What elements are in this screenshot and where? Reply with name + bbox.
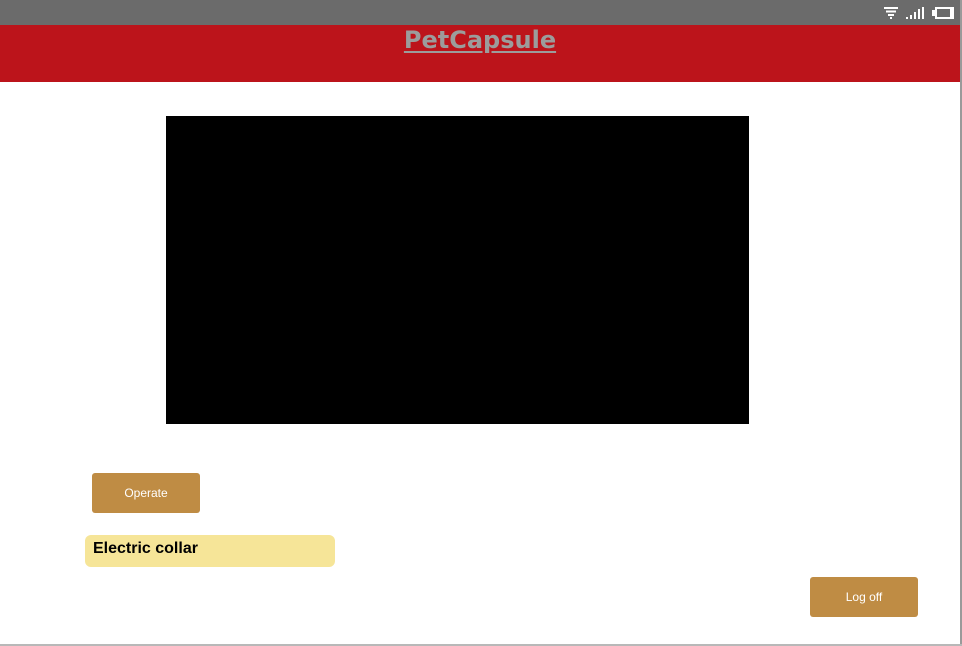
status-bar — [0, 0, 962, 25]
operate-button[interactable]: Operate — [92, 473, 200, 513]
status-icons — [884, 5, 954, 20]
log-off-button[interactable]: Log off — [810, 577, 918, 617]
video-feed — [166, 116, 749, 424]
signal-icon — [906, 6, 924, 19]
app-header: PetCapsule — [0, 25, 960, 82]
battery-icon — [932, 6, 954, 19]
electric-collar-label: Electric collar — [85, 535, 335, 567]
wifi-icon — [884, 6, 898, 19]
app-title[interactable]: PetCapsule — [0, 25, 960, 55]
